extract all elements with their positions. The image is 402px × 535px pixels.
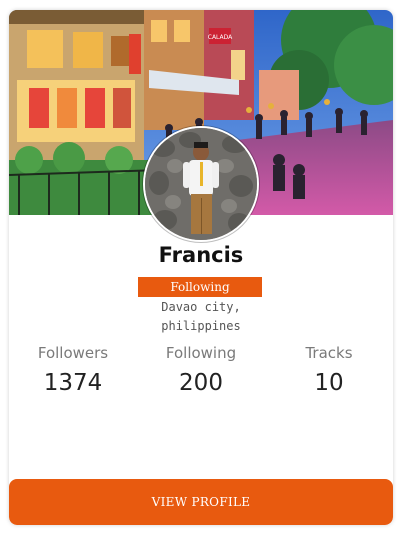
stat-value: 10 xyxy=(314,370,344,396)
following-badge[interactable]: Following xyxy=(138,277,262,297)
view-profile-button[interactable]: VIEW PROFILE xyxy=(9,479,393,525)
stat-tracks[interactable]: Tracks 10 xyxy=(265,344,393,396)
stat-value: 200 xyxy=(179,370,223,396)
stat-label: Following xyxy=(165,344,237,362)
svg-text:CALADA: CALADA xyxy=(208,34,233,41)
stat-label: Followers xyxy=(37,344,109,362)
stat-followers[interactable]: Followers 1374 xyxy=(9,344,137,396)
stat-value: 1374 xyxy=(43,370,103,396)
profile-name: Francis xyxy=(158,243,244,267)
avatar[interactable] xyxy=(143,126,259,242)
profile-card: CALADA Francis Following Davao city, phi… xyxy=(9,10,393,525)
profile-location: Davao city, philippines xyxy=(161,300,241,333)
stat-label: Tracks xyxy=(305,344,353,362)
stat-following[interactable]: Following 200 xyxy=(137,344,265,396)
